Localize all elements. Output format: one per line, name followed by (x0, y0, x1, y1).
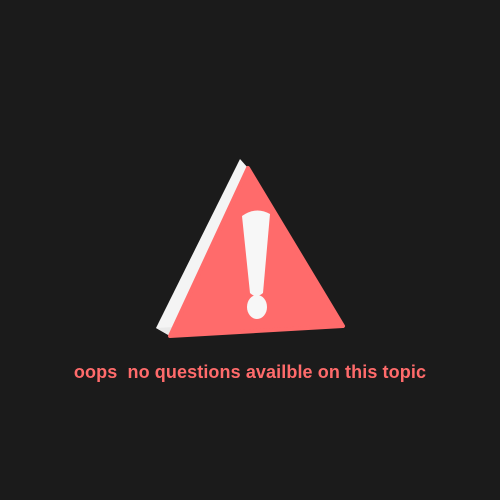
empty-state-screen: oops no questions availble on this topic (0, 0, 500, 500)
empty-state-message: oops no questions availble on this topic (73, 362, 427, 382)
exclamation-dot (247, 295, 267, 319)
warning-triangle-icon (156, 159, 345, 338)
